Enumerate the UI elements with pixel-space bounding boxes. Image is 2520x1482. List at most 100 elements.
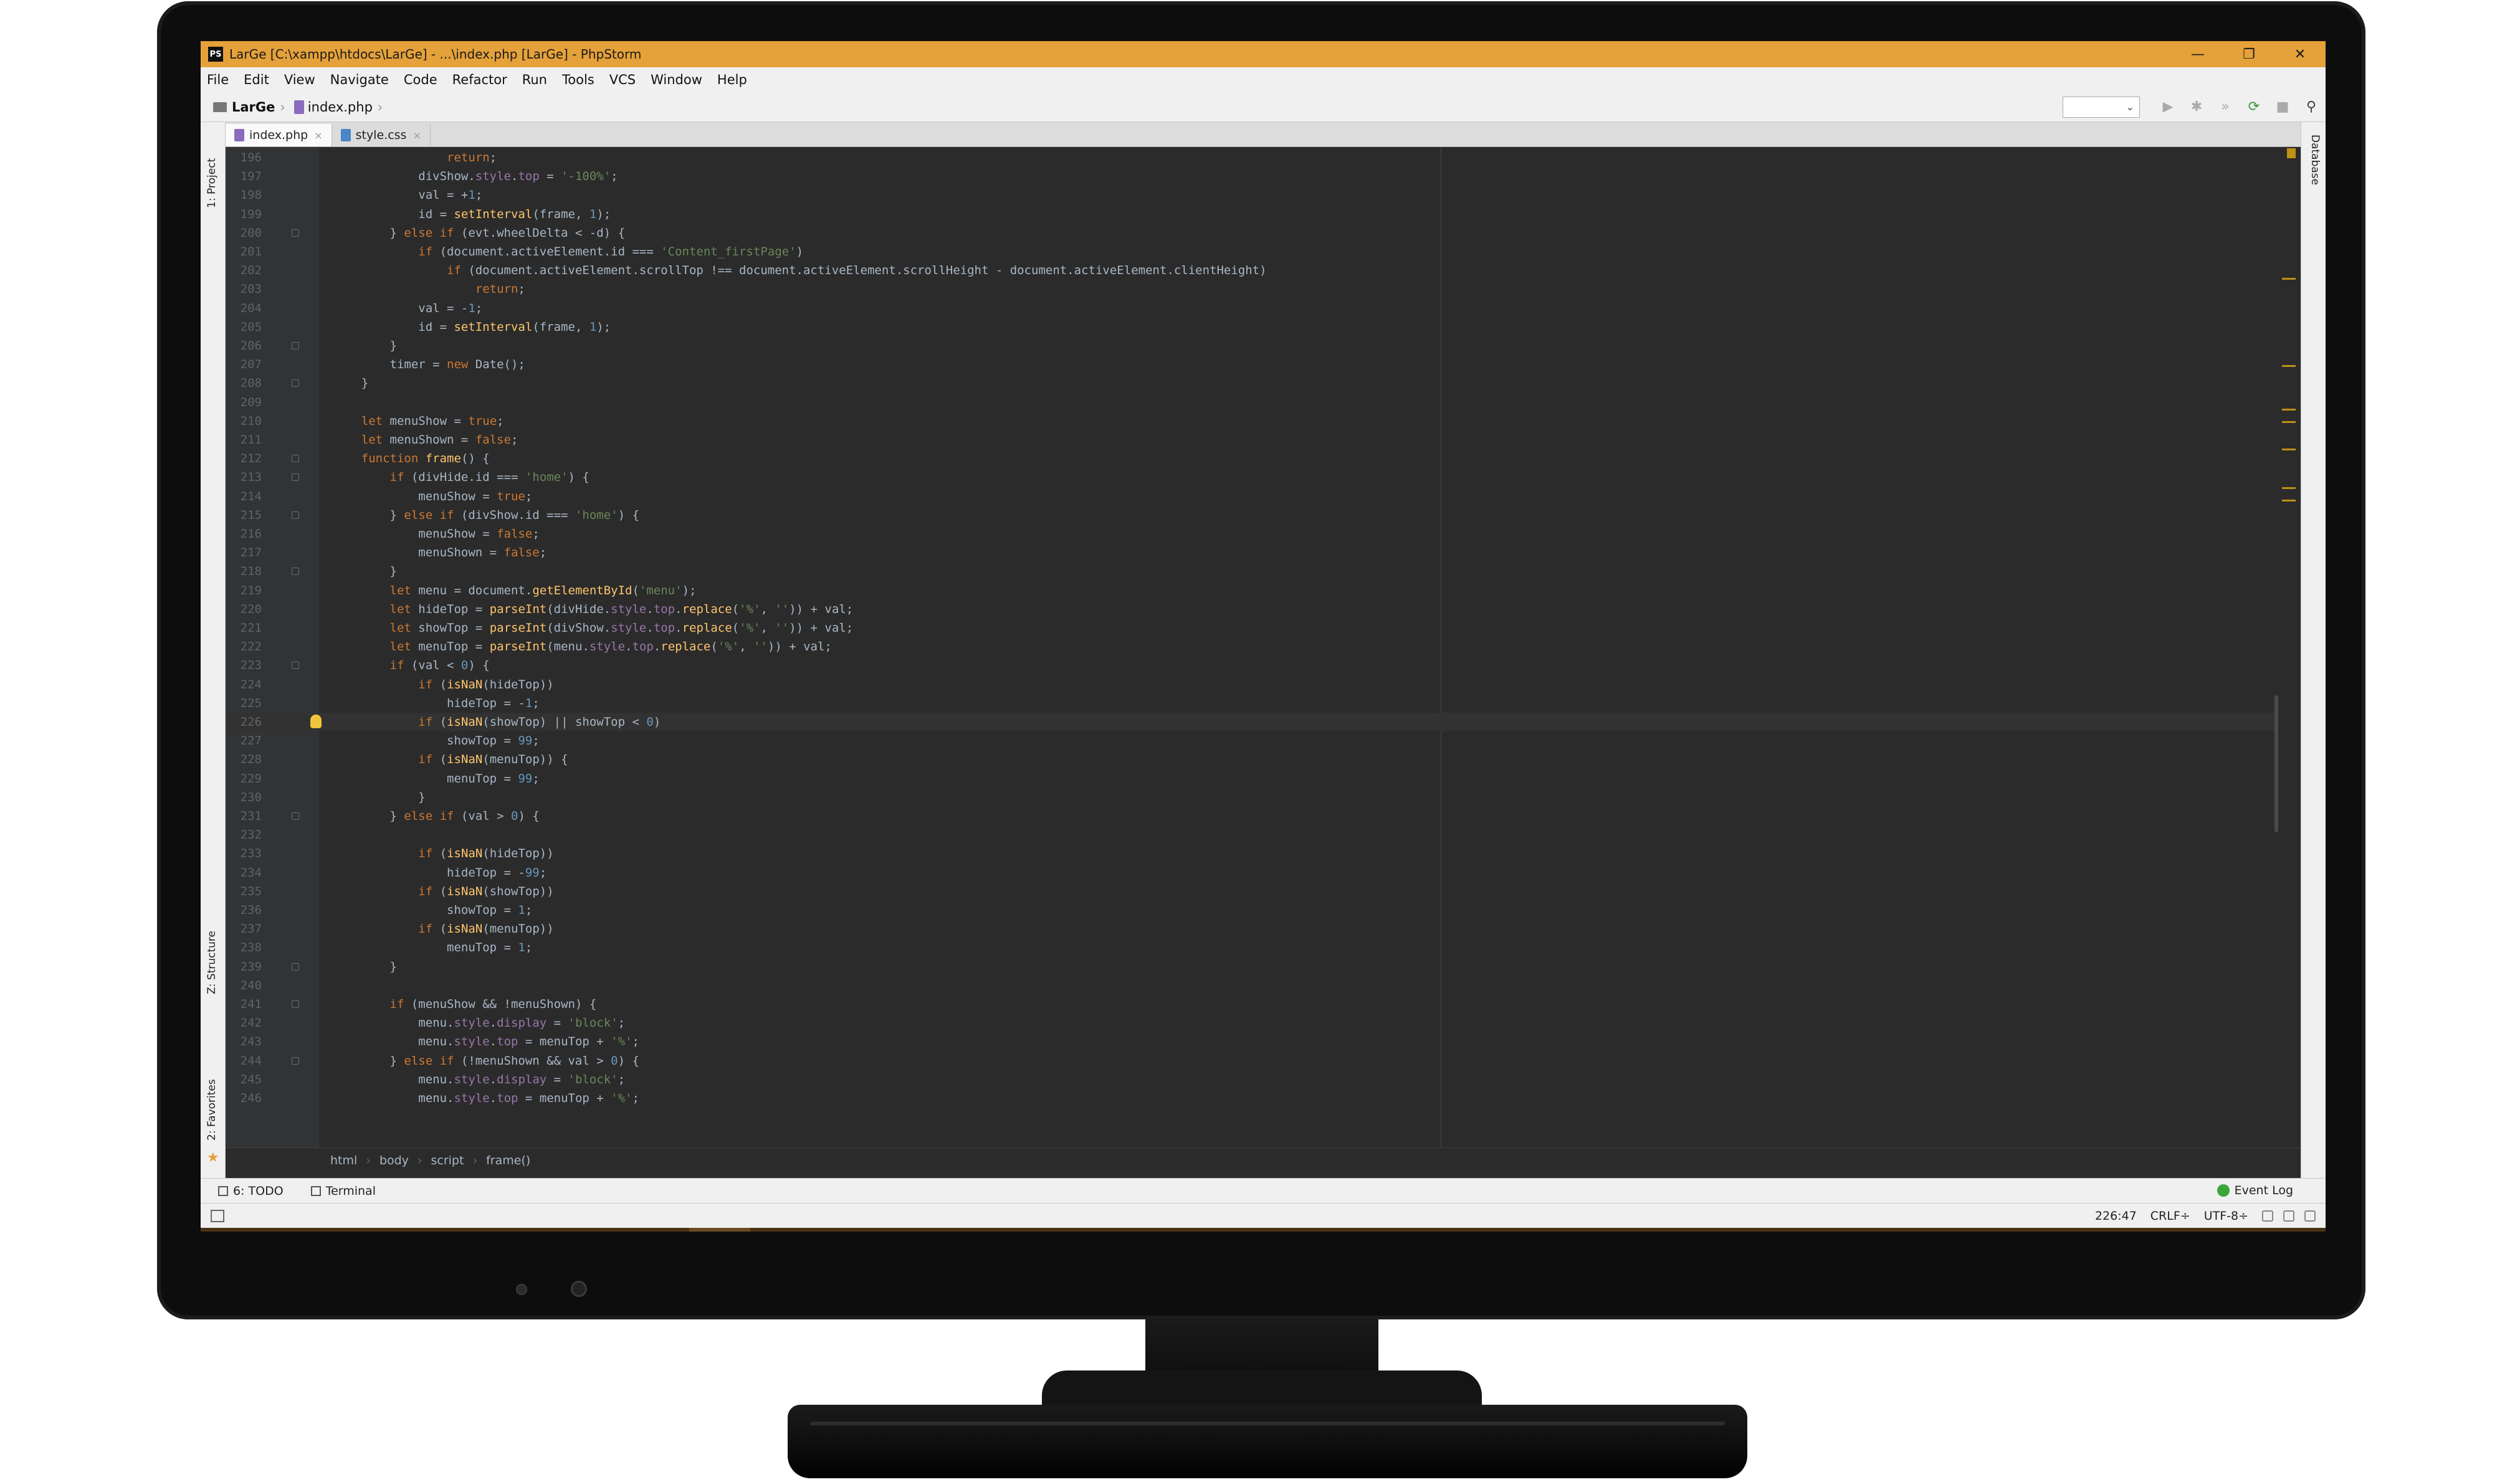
menu-window[interactable]: Window <box>651 72 702 87</box>
code-line[interactable]: 229 menuTop = 99; <box>226 769 2301 788</box>
menu-view[interactable]: View <box>284 72 315 87</box>
code-line[interactable]: 203 return; <box>226 280 2301 298</box>
code-line[interactable]: 221 let showTop = parseInt(divShow.style… <box>226 619 2301 637</box>
fold-marker-icon[interactable] <box>292 379 299 387</box>
code-line[interactable]: 210 let menuShow = true; <box>226 412 2301 430</box>
menu-navigate[interactable]: Navigate <box>330 72 389 87</box>
fold-marker-icon[interactable] <box>292 1057 299 1065</box>
code-line[interactable]: 214 menuShow = true; <box>226 487 2301 506</box>
menu-run[interactable]: Run <box>522 72 547 87</box>
code-line[interactable]: 232 <box>226 825 2301 844</box>
stop-icon[interactable]: ■ <box>2268 95 2297 120</box>
code-line[interactable]: 205 id = setInterval(frame, 1); <box>226 318 2301 336</box>
breadcrumb-frame[interactable]: frame() <box>486 1154 530 1167</box>
warning-marker[interactable] <box>2282 449 2296 450</box>
nav-file[interactable]: index.php <box>308 100 373 115</box>
xampp-button[interactable]: X <box>628 1228 689 1232</box>
warning-marker[interactable] <box>2282 409 2296 411</box>
toggle-tool-windows-icon[interactable] <box>211 1209 224 1222</box>
maximize-button[interactable]: ❐ <box>2223 41 2274 67</box>
close-icon[interactable]: × <box>314 130 322 141</box>
event-log-button[interactable]: Event Log <box>2217 1184 2293 1197</box>
code-line[interactable]: 228 if (isNaN(menuTop)) { <box>226 750 2301 769</box>
close-button[interactable]: ✕ <box>2274 41 2326 67</box>
run-configuration-select[interactable]: ⌄ <box>2063 96 2140 118</box>
favorites-panel-tab[interactable]: 2: Favorites <box>206 1079 218 1141</box>
fold-marker-icon[interactable] <box>292 511 299 519</box>
visual-studio-button[interactable]: ▷ <box>689 1228 750 1232</box>
code-line[interactable]: 218 } <box>226 562 2301 581</box>
menu-refactor[interactable]: Refactor <box>452 72 507 87</box>
fold-marker-icon[interactable] <box>292 1000 299 1008</box>
code-line[interactable]: 230 } <box>226 788 2301 807</box>
minimize-button[interactable]: — <box>2172 41 2223 67</box>
code-line[interactable]: 235 if (isNaN(showTop)) <box>226 882 2301 901</box>
code-line[interactable]: 202 if (document.activeElement.scrollTop… <box>226 261 2301 280</box>
warning-marker[interactable] <box>2282 365 2296 367</box>
fold-marker-icon[interactable] <box>292 455 299 463</box>
code-line[interactable]: 241 if (menuShow && !menuShown) { <box>226 995 2301 1014</box>
breadcrumb-script[interactable]: script <box>431 1154 464 1167</box>
code-line[interactable]: 226 if (isNaN(showTop) || showTop < 0) <box>226 713 2301 732</box>
lightbulb-icon[interactable] <box>310 715 322 728</box>
tab-style-css[interactable]: style.css × <box>332 124 431 146</box>
memory-icon[interactable] <box>2304 1210 2316 1222</box>
coverage-icon[interactable]: » <box>2211 95 2240 120</box>
code-line[interactable]: 206 } <box>226 336 2301 355</box>
code-line[interactable]: 243 menu.style.top = menuTop + '%'; <box>226 1032 2301 1051</box>
code-line[interactable]: 239 } <box>226 957 2301 976</box>
code-line[interactable]: 201 if (document.activeElement.id === 'C… <box>226 242 2301 261</box>
code-editor[interactable]: 196 return; 197 divShow.style.top = '-100… <box>226 147 2301 1147</box>
fold-marker-icon[interactable] <box>292 229 299 237</box>
run-icon[interactable]: ▶ <box>2154 95 2182 120</box>
code-line[interactable]: 242 menu.style.display = 'block'; <box>226 1014 2301 1032</box>
file-explorer-button[interactable] <box>384 1228 445 1232</box>
fold-marker-icon[interactable] <box>292 812 299 820</box>
code-line[interactable]: 245 menu.style.display = 'block'; <box>226 1070 2301 1089</box>
search-button[interactable]: ⚲ <box>262 1228 323 1232</box>
lock-icon[interactable] <box>2262 1210 2273 1222</box>
warning-marker[interactable] <box>2282 487 2296 489</box>
warning-marker[interactable] <box>2282 500 2296 501</box>
warning-marker[interactable] <box>2282 421 2296 423</box>
menu-help[interactable]: Help <box>717 72 747 87</box>
fold-marker-icon[interactable] <box>292 962 299 971</box>
project-panel-tab[interactable]: 1: Project <box>206 158 218 208</box>
nav-project[interactable]: LarGe <box>232 100 275 115</box>
debug-icon[interactable]: ✱ <box>2182 95 2211 120</box>
fold-marker-icon[interactable] <box>292 342 299 349</box>
tab-index-php[interactable]: index.php × <box>226 124 332 146</box>
code-line[interactable]: 198 val = +1; <box>226 186 2301 204</box>
code-line[interactable]: 231 } else if (val > 0) { <box>226 807 2301 825</box>
code-line[interactable]: 213 if (divHide.id === 'home') { <box>226 468 2301 487</box>
chrome-button[interactable] <box>506 1228 567 1232</box>
todo-tool-button[interactable]: 6: TODO <box>218 1184 284 1198</box>
code-line[interactable]: 209 <box>226 393 2301 412</box>
code-line[interactable]: 216 menuShow = false; <box>226 525 2301 543</box>
code-line[interactable]: 219 let menu = document.getElementById('… <box>226 581 2301 600</box>
menu-edit[interactable]: Edit <box>244 72 269 87</box>
menu-tools[interactable]: Tools <box>562 72 594 87</box>
code-line[interactable]: 233 if (isNaN(hideTop)) <box>226 844 2301 863</box>
code-line[interactable]: 204 val = -1; <box>226 299 2301 318</box>
phpstorm-button[interactable]: PS <box>567 1228 628 1232</box>
outlook-button[interactable]: O <box>445 1228 506 1232</box>
database-panel-tab[interactable]: Database <box>2309 135 2321 185</box>
fold-marker-icon[interactable] <box>292 662 299 670</box>
code-line[interactable]: 224 if (isNaN(hideTop)) <box>226 675 2301 694</box>
code-line[interactable]: 222 let menuTop = parseInt(menu.style.to… <box>226 637 2301 656</box>
code-line[interactable]: 244 } else if (!menuShown && val > 0) { <box>226 1052 2301 1070</box>
code-line[interactable]: 196 return; <box>226 148 2301 167</box>
fold-marker-icon[interactable] <box>292 473 299 482</box>
file-encoding[interactable]: UTF-8÷ <box>2204 1209 2248 1223</box>
code-line[interactable]: 212 function frame() { <box>226 449 2301 468</box>
inspector-icon[interactable] <box>2283 1210 2294 1222</box>
close-icon[interactable]: × <box>413 130 421 141</box>
code-line[interactable]: 225 hideTop = -1; <box>226 694 2301 713</box>
menu-file[interactable]: File <box>207 72 229 87</box>
code-line[interactable]: 215 } else if (divShow.id === 'home') { <box>226 506 2301 525</box>
code-line[interactable]: 220 let hideTop = parseInt(divHide.style… <box>226 600 2301 619</box>
code-line[interactable]: 208 } <box>226 374 2301 392</box>
start-button[interactable]: ⊞ <box>201 1228 262 1232</box>
menu-vcs[interactable]: VCS <box>609 72 636 87</box>
